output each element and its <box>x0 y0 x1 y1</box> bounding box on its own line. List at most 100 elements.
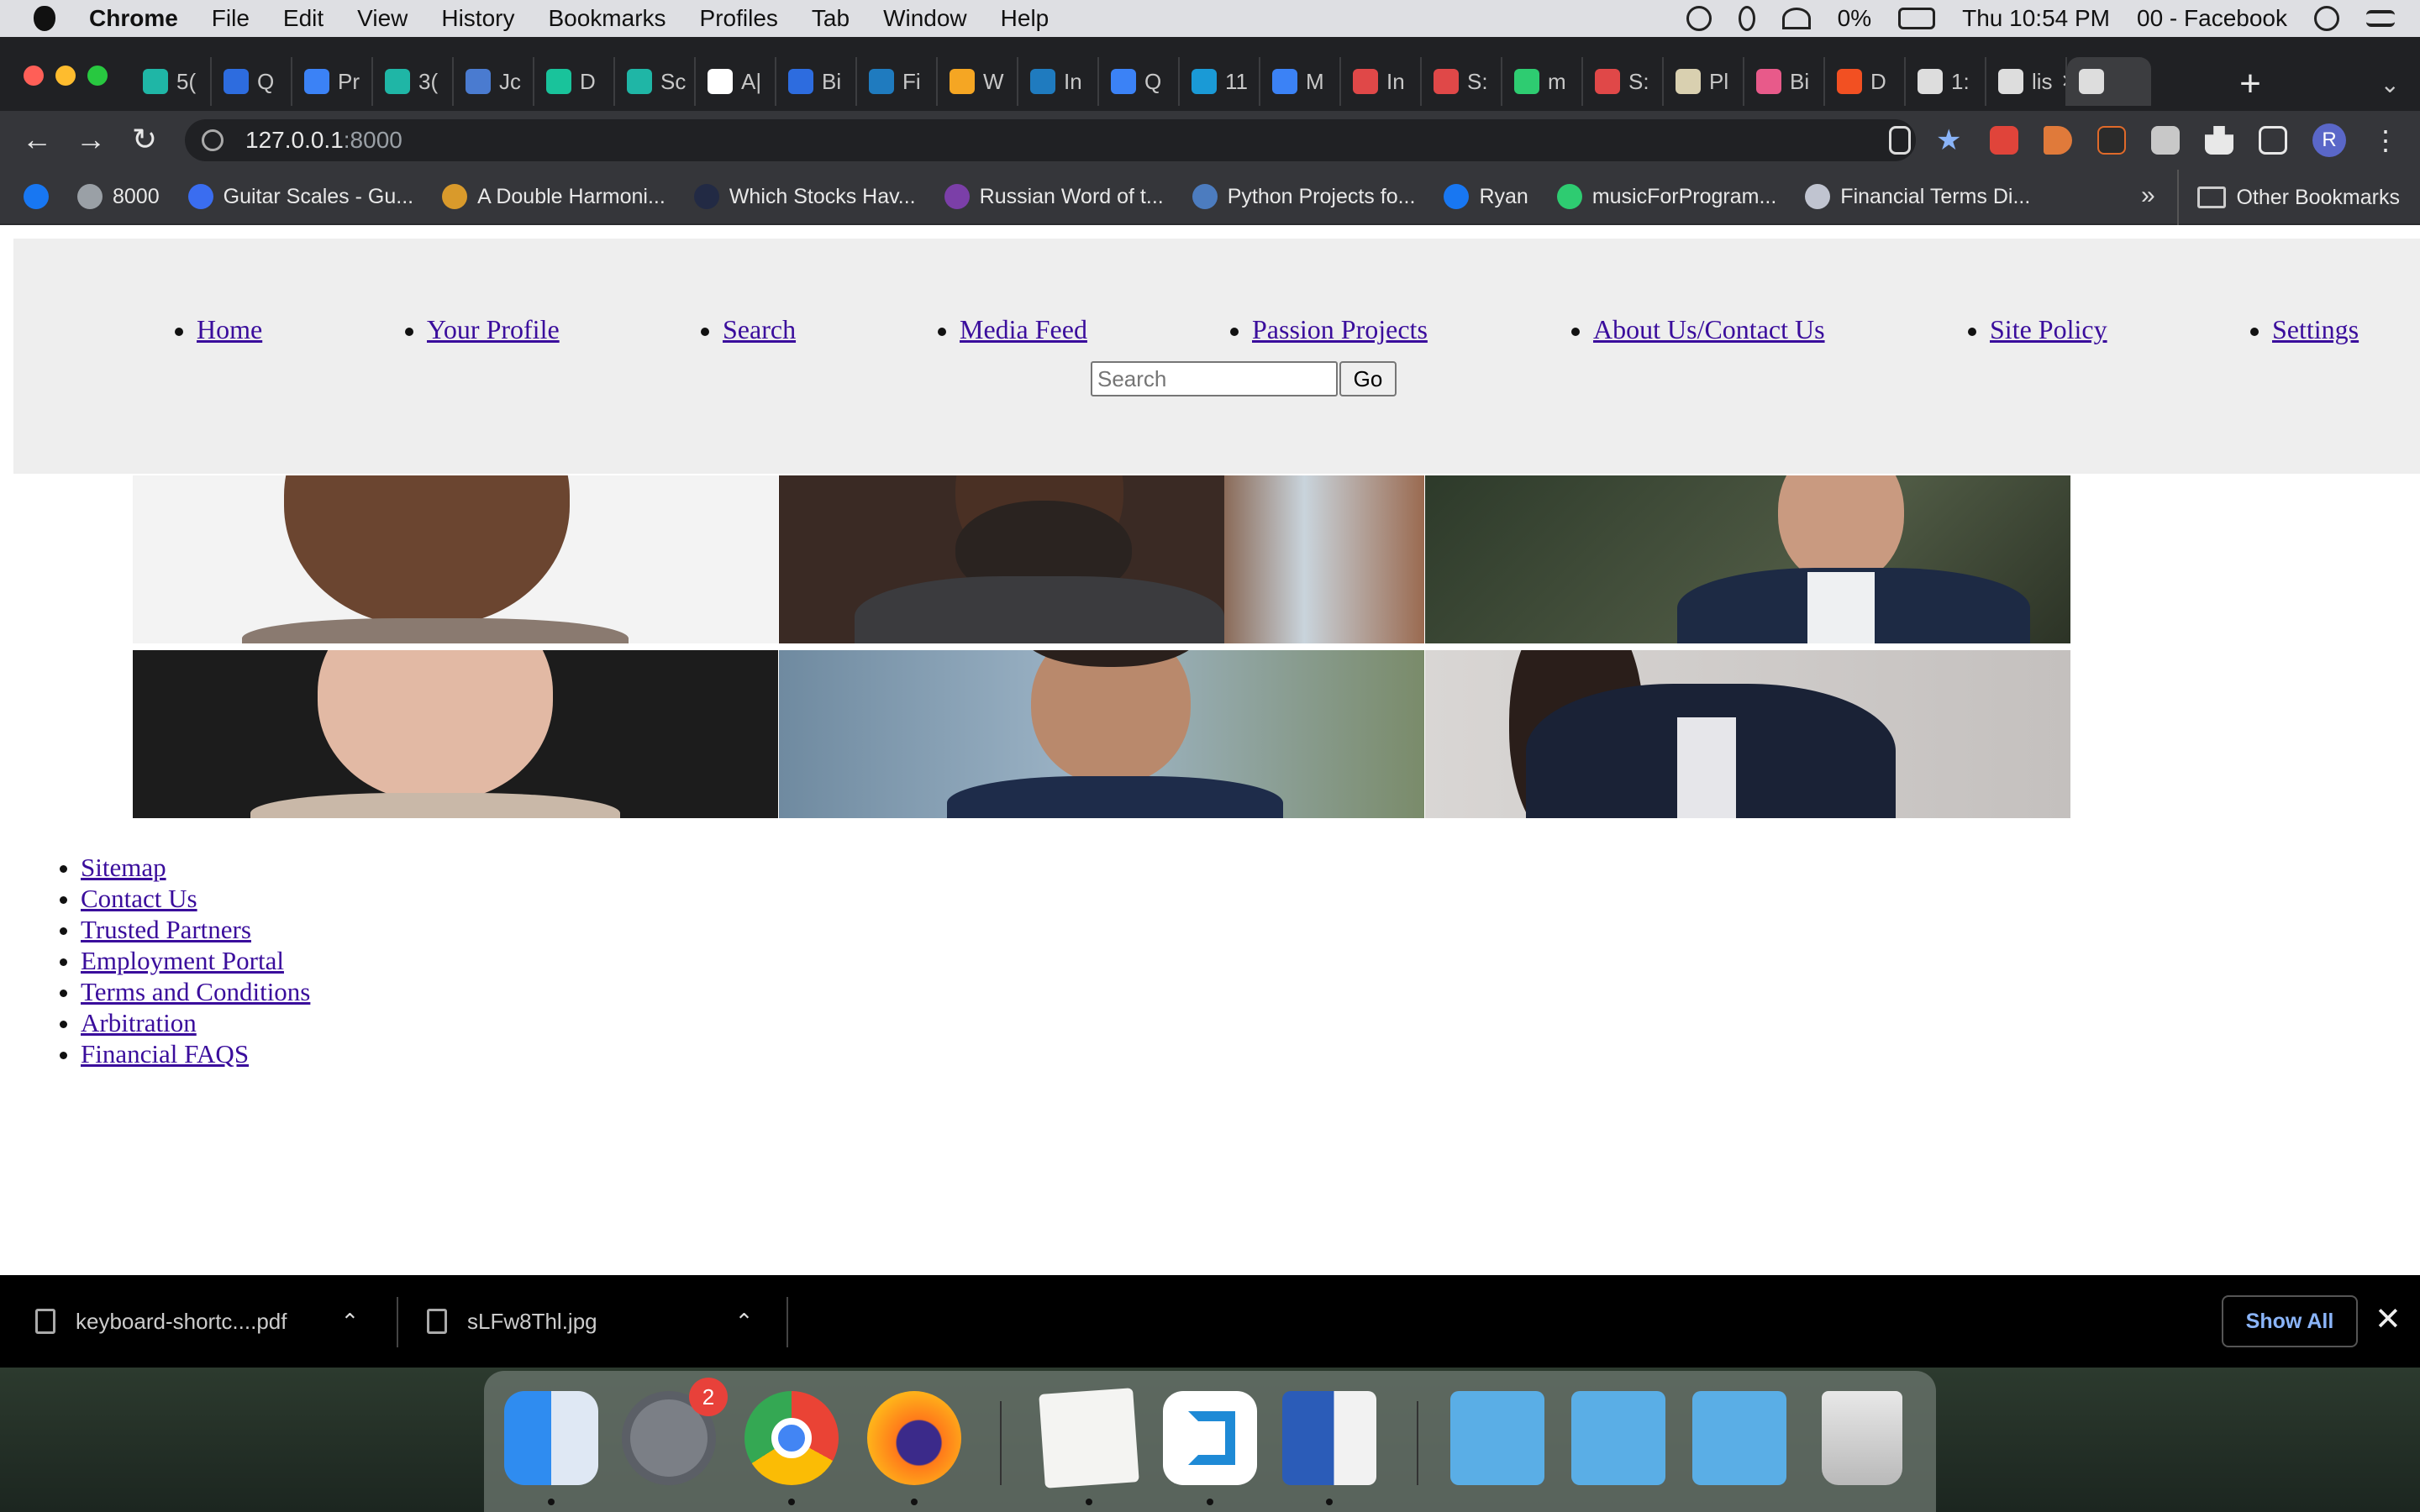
nav-your-profile[interactable]: Your Profile <box>405 314 560 345</box>
finder-icon[interactable] <box>504 1391 598 1485</box>
browser-tab[interactable]: Q <box>212 57 292 106</box>
photo-man-with-glasses[interactable] <box>779 650 1424 818</box>
forward-button[interactable]: → <box>74 123 108 156</box>
spotlight-search-icon[interactable] <box>2314 6 2339 31</box>
nav-about-contact[interactable]: About Us/Contact Us <box>1571 314 1825 345</box>
window-minimize-icon[interactable] <box>55 66 76 86</box>
side-panel-icon[interactable] <box>2259 126 2287 155</box>
browser-tab[interactable]: Sc <box>615 57 696 106</box>
bookmark-item[interactable]: A Double Harmoni... <box>442 184 666 209</box>
documents-folder-icon[interactable] <box>1571 1391 1665 1485</box>
bookmark-star-icon[interactable]: ★ <box>1936 126 1965 155</box>
close-downloads-icon[interactable]: ✕ <box>2375 1300 2402 1338</box>
bookmark-item[interactable]: Which Stocks Hav... <box>693 184 916 209</box>
browser-tab[interactable]: Jc <box>454 57 534 106</box>
bookmarks-overflow-button[interactable]: » <box>2141 181 2155 210</box>
nav-search[interactable]: Search <box>700 314 796 345</box>
tab-close-icon[interactable]: ✕ <box>2061 71 2065 92</box>
reload-button[interactable]: ↻ <box>128 123 161 156</box>
word-icon[interactable] <box>1282 1391 1376 1485</box>
menu-profiles[interactable]: Profiles <box>700 5 778 32</box>
menu-history[interactable]: History <box>441 5 514 32</box>
browser-tab[interactable]: 3( <box>373 57 454 106</box>
footer-link-sitemap[interactable]: Sitemap <box>81 853 166 882</box>
browser-tab[interactable]: Pl <box>1664 57 1744 106</box>
trash-icon[interactable] <box>1822 1391 1902 1485</box>
nav-home[interactable]: Home <box>174 314 262 345</box>
download-item-jpg[interactable]: sLFw8Thl.jpg ⌃ <box>427 1275 753 1368</box>
footer-link-arbitration[interactable]: Arbitration <box>81 1008 197 1037</box>
bookmark-item[interactable]: musicForProgram... <box>1556 184 1776 209</box>
other-bookmarks-folder[interactable]: Other Bookmarks <box>2177 170 2400 225</box>
menu-edit[interactable]: Edit <box>283 5 324 32</box>
extension-terminal-icon[interactable] <box>2097 126 2126 155</box>
nav-passion-projects[interactable]: Passion Projects <box>1230 314 1428 345</box>
bluetooth-icon[interactable] <box>1738 6 1755 31</box>
menu-window[interactable]: Window <box>883 5 967 32</box>
photo-bearded-man-suit[interactable] <box>779 475 1424 643</box>
wifi-icon[interactable] <box>1781 8 1811 29</box>
firefox-icon[interactable] <box>867 1391 961 1485</box>
browser-tab[interactable]: 11 <box>1180 57 1260 106</box>
browser-tab[interactable]: W <box>938 57 1018 106</box>
bookmark-item[interactable]: Russian Word of t... <box>944 184 1164 209</box>
chrome-icon[interactable] <box>744 1391 839 1485</box>
back-button[interactable]: ← <box>20 123 54 156</box>
browser-tab[interactable]: Pr <box>292 57 373 106</box>
browser-tab[interactable]: m <box>1502 57 1583 106</box>
nav-about-contact-link[interactable]: About Us/Contact Us <box>1593 314 1825 344</box>
nav-your-profile-link[interactable]: Your Profile <box>427 314 560 344</box>
vscode-icon[interactable] <box>1163 1391 1257 1485</box>
downloads-folder-icon[interactable] <box>1692 1391 1786 1485</box>
menu-tab[interactable]: Tab <box>812 5 850 32</box>
nav-home-link[interactable]: Home <box>197 314 262 344</box>
tab-search-chevron-icon[interactable]: ⌄ <box>2381 71 2400 98</box>
creative-cloud-icon[interactable] <box>1686 6 1712 31</box>
menu-app-name[interactable]: Chrome <box>89 5 178 32</box>
new-tab-button[interactable]: + <box>2233 66 2267 102</box>
browser-tab[interactable]: In <box>1341 57 1422 106</box>
footer-link-trusted-partners[interactable]: Trusted Partners <box>81 915 251 944</box>
bookmark-item[interactable]: Guitar Scales - Gu... <box>187 184 413 209</box>
extension-megaphone-icon[interactable] <box>2044 126 2072 155</box>
browser-tab[interactable]: A| <box>696 57 776 106</box>
window-close-icon[interactable] <box>24 66 44 86</box>
chrome-menu-icon[interactable]: ⋮ <box>2371 126 2400 155</box>
menu-file[interactable]: File <box>212 5 250 32</box>
bookmark-item[interactable] <box>24 184 49 209</box>
footer-link-employment-portal[interactable]: Employment Portal <box>81 946 284 975</box>
photo-smiling-woman[interactable] <box>133 650 778 818</box>
nav-settings[interactable]: Settings <box>2249 314 2359 345</box>
browser-tab[interactable]: Bi <box>776 57 857 106</box>
chevron-up-icon[interactable]: ⌃ <box>340 1309 359 1335</box>
bookmark-item[interactable]: 8000 <box>77 184 160 209</box>
browser-tab[interactable]: Bi <box>1744 57 1825 106</box>
menubar-clock[interactable]: Thu 10:54 PM <box>1962 5 2110 32</box>
menu-bookmarks[interactable]: Bookmarks <box>548 5 666 32</box>
footer-link-contact-us[interactable]: Contact Us <box>81 884 197 913</box>
menu-view[interactable]: View <box>357 5 408 32</box>
active-window-title[interactable]: 00 - Facebook <box>2137 5 2287 32</box>
bookmark-item[interactable]: Ryan <box>1444 184 1528 209</box>
photo-woman-dark-blazer[interactable] <box>1425 650 2070 818</box>
apple-icon[interactable] <box>34 6 55 31</box>
extensions-puzzle-icon[interactable] <box>2205 126 2233 155</box>
chevron-up-icon[interactable]: ⌃ <box>735 1309 754 1335</box>
bookmark-item[interactable]: Financial Terms Di... <box>1805 184 2030 209</box>
window-zoom-icon[interactable] <box>87 66 108 86</box>
browser-tab[interactable]: S: <box>1583 57 1664 106</box>
browser-tab[interactable]: D <box>534 57 615 106</box>
extension-window-icon[interactable] <box>2151 126 2180 155</box>
applications-folder-icon[interactable] <box>1450 1391 1544 1485</box>
browser-tab[interactable]: Q <box>1099 57 1180 106</box>
address-bar[interactable]: 127.0.0.1 :8000 <box>185 119 1916 161</box>
battery-icon[interactable] <box>1898 8 1936 29</box>
nav-media-feed[interactable]: Media Feed <box>938 314 1087 345</box>
extension-adblock-icon[interactable] <box>1990 126 2018 155</box>
site-search-input[interactable] <box>1091 361 1338 396</box>
nav-media-feed-link[interactable]: Media Feed <box>960 314 1087 344</box>
menu-help[interactable]: Help <box>1001 5 1050 32</box>
browser-tab[interactable]: Fi <box>857 57 938 106</box>
share-icon[interactable] <box>1889 126 1911 155</box>
browser-tab[interactable]: lis ✕ <box>1986 57 2067 106</box>
